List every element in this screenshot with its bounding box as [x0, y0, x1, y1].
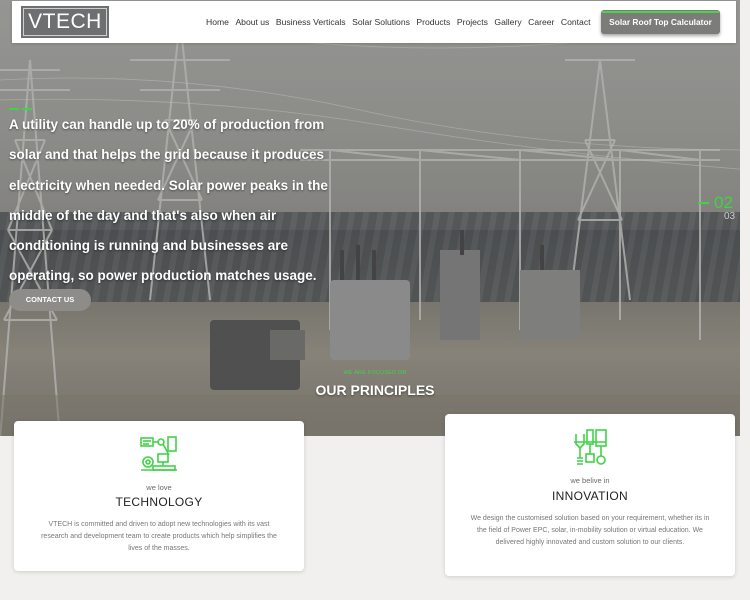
nav-about-us[interactable]: About us — [235, 17, 269, 27]
nav-career[interactable]: Career — [528, 17, 554, 27]
nav-contact[interactable]: Contact — [561, 17, 591, 27]
hero-banner: A utility can handle up to 20% of produc… — [0, 0, 750, 436]
card-title: TECHNOLOGY — [115, 495, 203, 509]
nav-projects[interactable]: Projects — [457, 17, 488, 27]
card-description: We design the customised solution based … — [470, 515, 710, 546]
principle-card-technology: we love TECHNOLOGY VTECH is committed an… — [14, 421, 304, 571]
contact-us-button[interactable]: CONTACT US — [9, 289, 91, 311]
solar-calculator-button[interactable]: Solar Roof Top Calculator — [601, 10, 720, 34]
card-title: INNOVATION — [552, 489, 628, 503]
vtech-logo[interactable]: VTECH — [21, 6, 109, 38]
nav-solar-solutions[interactable]: Solar Solutions — [352, 17, 410, 27]
principles-eyebrow: WE ARE FOCUSED ON — [343, 370, 407, 376]
principle-card-innovation: we belive in INNOVATION We design the cu… — [445, 414, 735, 576]
nav-gallery[interactable]: Gallery — [494, 17, 521, 27]
top-navbar: VTECH Home About us Business Verticals S… — [12, 1, 736, 43]
robot-arm-icon — [140, 436, 177, 471]
hero-text: A utility can handle up to 20% of produc… — [9, 117, 328, 284]
card-description: VTECH is committed and driven to adopt n… — [41, 521, 277, 552]
nav-products[interactable]: Products — [416, 17, 450, 27]
nav-home[interactable]: Home — [206, 17, 229, 27]
main-menu: Home About us Business Verticals Solar S… — [206, 1, 597, 43]
slide-current-number[interactable]: 02 — [714, 193, 733, 213]
card-subtitle: we love — [146, 483, 172, 492]
calculator-button-accent — [602, 11, 719, 13]
tools-icon — [574, 429, 607, 465]
card-subtitle: we belive in — [570, 476, 610, 485]
principles-title: OUR PRINCIPLES — [315, 382, 435, 398]
slide-next-number[interactable]: 03 — [724, 211, 735, 223]
slide-indicator-dash — [698, 202, 709, 204]
nav-business-verticals[interactable]: Business Verticals — [276, 17, 346, 27]
